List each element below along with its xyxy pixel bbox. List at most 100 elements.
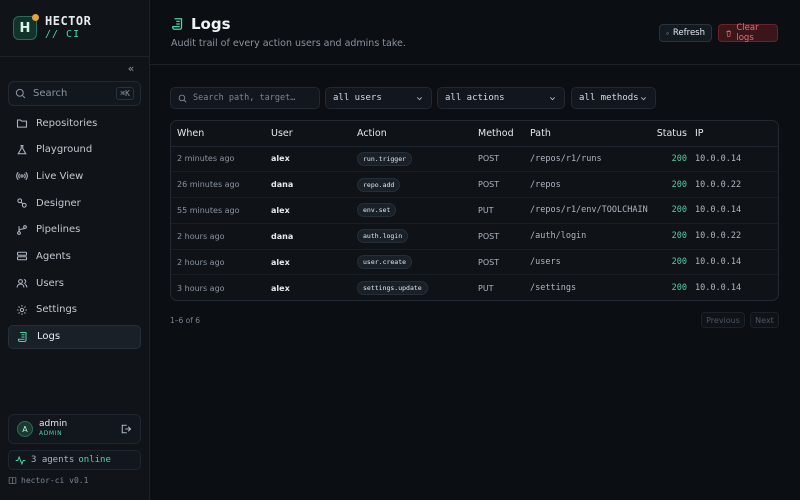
cell-path: /repos/r1/runs: [530, 146, 648, 173]
sidebar-item-settings[interactable]: Settings: [8, 298, 141, 322]
users-filter-select[interactable]: all users: [325, 87, 432, 109]
cell-action: repo.add: [357, 171, 478, 199]
sidebar-item-label: Settings: [36, 304, 78, 316]
cell-path: /users: [530, 249, 648, 276]
user-card: A admin ADMIN: [8, 414, 141, 444]
log-search-input[interactable]: Search path, target…: [170, 87, 320, 109]
column-ip[interactable]: IP: [695, 121, 778, 147]
table-row[interactable]: 3 hours ago alex settings.update PUT /se…: [171, 275, 778, 300]
status-dot: [32, 14, 39, 21]
cell-action: run.trigger: [357, 146, 478, 173]
cell-method: POST: [478, 223, 530, 250]
cell-when: 55 minutes ago: [171, 197, 271, 224]
gear-icon: [17, 304, 27, 315]
folder-icon: [16, 119, 28, 128]
brand-subtitle: // CI: [45, 29, 81, 40]
cell-ip: 10.0.0.14: [695, 146, 778, 173]
sidebar-item-pipelines[interactable]: Pipelines: [8, 218, 141, 242]
cell-ip: 10.0.0.14: [695, 283, 742, 294]
cell-ip: 10.0.0.14: [695, 197, 778, 224]
column-method[interactable]: Method: [478, 121, 530, 147]
cell-ip: 10.0.0.22: [695, 171, 778, 199]
cell-method: PUT: [478, 283, 494, 293]
cell-when: 2 hours ago: [171, 249, 271, 276]
version: hector-ci v0.1: [8, 476, 88, 485]
table-row[interactable]: 26 minutes ago dana repo.add POST /repos…: [171, 171, 778, 199]
actions-filter-select[interactable]: all actions: [437, 87, 565, 109]
cell-path: /repos/r1/env/TOOLCHAIN: [530, 197, 648, 224]
refresh-label: Refresh: [672, 28, 705, 38]
sidebar-item-users[interactable]: Users: [8, 271, 141, 295]
agents-online: online: [78, 455, 111, 465]
chevron-down-icon: [416, 96, 423, 100]
logo: H: [13, 14, 39, 40]
column-path[interactable]: Path: [530, 121, 648, 147]
sidebar-item-label: Repositories: [36, 117, 98, 129]
activity-icon: [15, 455, 26, 465]
search-shortcut: ⌘K: [116, 87, 134, 100]
cell-user: dana: [271, 223, 357, 250]
column-action[interactable]: Action: [357, 121, 478, 147]
cell-user: alex: [271, 197, 357, 224]
actions-filter-value: all actions: [445, 93, 505, 103]
designer-icon: [17, 198, 27, 208]
page-title: Logs: [171, 15, 231, 33]
cell-status: 200: [648, 223, 695, 250]
sidebar-item-playground[interactable]: Playground: [8, 138, 141, 162]
search-icon: [178, 94, 187, 102]
cell-when: 3 hours ago: [177, 283, 225, 293]
main: Logs Audit trail of every action users a…: [150, 0, 800, 500]
sidebar-search[interactable]: Search ⌘K: [8, 81, 141, 106]
cell-status: 200: [648, 146, 695, 173]
table-row[interactable]: 55 minutes ago alex env.set PUT /repos/r…: [171, 197, 778, 224]
pagination-info: 1–6 of 6: [170, 316, 201, 325]
column-user[interactable]: User: [271, 121, 357, 147]
cell-method: PUT: [478, 197, 530, 224]
column-when[interactable]: When: [171, 121, 271, 147]
user-role: ADMIN: [39, 430, 63, 437]
version-label: hector-ci v0.1: [21, 476, 89, 485]
cell-user: alex: [271, 283, 290, 293]
users-icon: [16, 279, 28, 288]
next-page-button[interactable]: Next: [750, 312, 779, 328]
sidebar-item-repositories[interactable]: Repositories: [8, 111, 141, 135]
cell-user: dana: [271, 171, 357, 199]
table-row[interactable]: 2 minutes ago alex run.trigger POST /rep…: [171, 146, 778, 173]
book-icon: [8, 477, 17, 484]
table-row[interactable]: 2 hours ago dana auth.login POST /auth/l…: [171, 223, 778, 250]
table-row[interactable]: 2 hours ago alex user.create POST /users…: [171, 249, 778, 276]
sidebar-item-label: Designer: [36, 197, 81, 209]
collapse-sidebar-icon[interactable]: «: [124, 62, 138, 76]
methods-filter-select[interactable]: all methods: [571, 87, 656, 109]
agents-count: 3 agents: [31, 455, 75, 465]
cell-status: 200: [671, 283, 687, 294]
branch-icon: [17, 224, 27, 235]
sidebar-item-live-view[interactable]: Live View: [8, 164, 141, 188]
user-name: admin: [39, 419, 68, 429]
cell-method: POST: [478, 146, 530, 173]
cell-ip: 10.0.0.14: [695, 249, 778, 276]
cell-when: 2 hours ago: [171, 223, 271, 250]
server-icon: [16, 252, 28, 261]
previous-page-button[interactable]: Previous: [701, 312, 745, 328]
clear-logs-button[interactable]: Clear logs: [718, 23, 778, 43]
column-status[interactable]: Status: [648, 121, 695, 147]
chevron-down-icon: [640, 96, 647, 100]
cell-status: 200: [648, 171, 695, 199]
action-badge: repo.add: [357, 177, 401, 192]
cell-ip: 10.0.0.22: [695, 223, 778, 250]
cell-action: settings.update: [357, 275, 478, 300]
chevron-down-icon: [549, 96, 556, 100]
refresh-button[interactable]: Refresh: [659, 24, 712, 42]
logs-table: When User Action Method Path Status IP 2…: [170, 120, 779, 301]
brand[interactable]: H HECTOR // CI: [13, 14, 91, 42]
logout-icon[interactable]: [120, 423, 132, 435]
sidebar-item-label: Playground: [36, 144, 93, 156]
cell-status: 200: [648, 249, 695, 276]
cell-path: /auth/login: [530, 223, 648, 250]
sidebar-item-designer[interactable]: Designer: [8, 191, 141, 215]
sidebar-item-logs[interactable]: Logs: [8, 324, 141, 349]
search-icon: [15, 88, 26, 99]
cell-method: POST: [478, 171, 530, 199]
sidebar-item-agents[interactable]: Agents: [8, 244, 141, 268]
